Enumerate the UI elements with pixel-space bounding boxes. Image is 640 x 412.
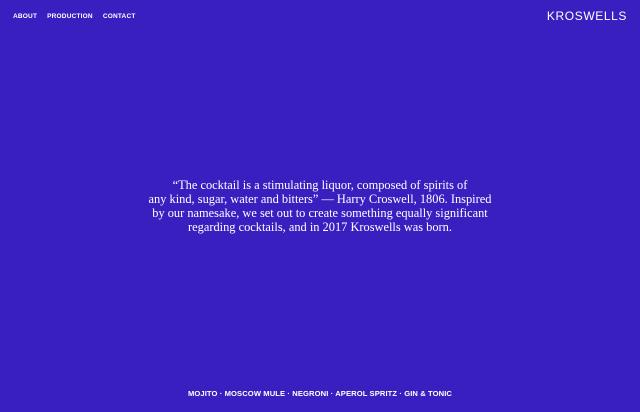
separator-dot: · <box>219 389 223 398</box>
cocktail-link-gin-and-tonic[interactable]: GIN & TONIC <box>404 389 452 398</box>
nav-link-about[interactable]: ABOUT <box>13 12 37 21</box>
brand-logo[interactable]: KROSWELLS <box>547 9 627 23</box>
cocktail-link-moscow-mule[interactable]: MOSCOW MULE <box>225 389 286 398</box>
separator-dot: · <box>330 389 334 398</box>
quote-line: regarding cocktails, and in 2017 Kroswel… <box>188 220 452 234</box>
nav-link-production[interactable]: PRODUCTION <box>47 12 93 21</box>
cocktail-links: MOJITO · MOSCOW MULE · NEGRONI · APEROL … <box>0 389 640 399</box>
cocktail-link-mojito[interactable]: MOJITO <box>188 389 218 398</box>
separator-dot: · <box>399 389 402 398</box>
top-nav: ABOUT PRODUCTION CONTACT <box>13 12 136 21</box>
separator-dot: · <box>287 389 291 398</box>
quote-line: by our namesake, we set out to create so… <box>152 206 488 220</box>
nav-link-contact[interactable]: CONTACT <box>103 12 136 21</box>
cocktail-link-negroni[interactable]: NEGRONI <box>292 389 328 398</box>
quote-line: any kind, sugar, water and bitters” — Ha… <box>148 192 492 206</box>
intro-quote: “The cocktail is a stimulating liquor, c… <box>0 178 640 234</box>
cocktail-link-aperol-spritz[interactable]: APEROL SPRITZ <box>335 389 397 398</box>
quote-line: “The cocktail is a stimulating liquor, c… <box>172 178 468 192</box>
